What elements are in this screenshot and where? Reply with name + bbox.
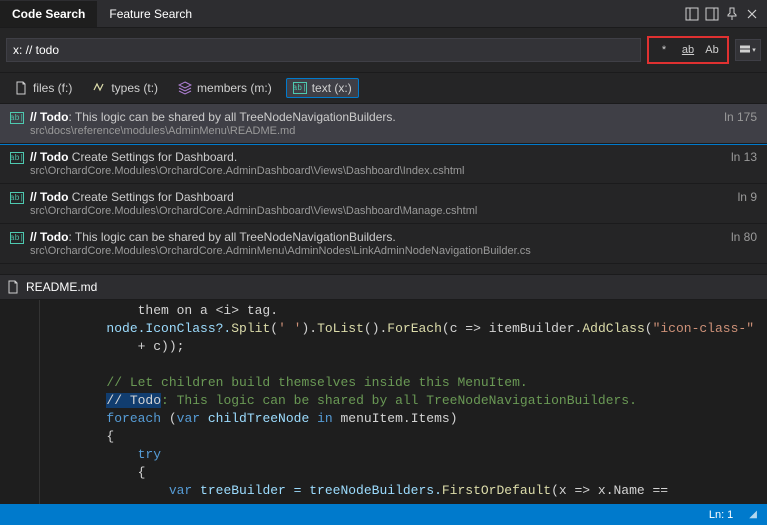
close-icon[interactable] — [743, 5, 761, 23]
filter-types[interactable]: types (t:) — [86, 79, 164, 97]
result-item[interactable]: ab| // Todo: This logic can be shared by… — [0, 224, 767, 264]
filter-files-label: files (f:) — [33, 81, 72, 95]
view-mode-button[interactable]: ▾ — [735, 39, 761, 61]
open-file-name: README.md — [26, 280, 97, 294]
filter-members-label: members (m:) — [197, 81, 272, 95]
text-result-icon: ab| — [10, 232, 24, 244]
match-case-button[interactable]: Ab — [701, 40, 723, 60]
text-result-icon: ab| — [10, 192, 24, 204]
result-path: src\OrchardCore.Modules\OrchardCore.Admi… — [30, 245, 715, 257]
search-options-highlight: * ab Ab — [647, 36, 729, 64]
whole-word-button[interactable]: ab — [677, 40, 699, 60]
result-path: src\docs\reference\modules\AdminMenu\REA… — [30, 125, 708, 137]
text-result-icon: ab| — [10, 152, 24, 164]
results-list[interactable]: ab| // Todo: This logic can be shared by… — [0, 104, 767, 274]
result-line: ln 175 — [714, 110, 757, 124]
types-icon — [92, 81, 106, 95]
result-line: ln 9 — [728, 190, 757, 204]
filter-text[interactable]: ab| text (x:) — [286, 78, 359, 98]
tab-feature-search[interactable]: Feature Search — [97, 1, 204, 27]
filter-text-label: text (x:) — [312, 81, 352, 95]
dock-right-icon[interactable] — [703, 5, 721, 23]
wildcard-button[interactable]: * — [653, 40, 675, 60]
text-icon: ab| — [293, 81, 307, 95]
result-item[interactable]: ab| // Todo Create Settings for Dashboar… — [0, 184, 767, 224]
search-input[interactable] — [13, 43, 634, 57]
text-result-icon: ab| — [10, 112, 24, 124]
filter-types-label: types (t:) — [111, 81, 158, 95]
result-item[interactable]: ab| // Todo: This logic can be shared by… — [0, 104, 767, 144]
members-icon — [178, 81, 192, 95]
filter-members[interactable]: members (m:) — [172, 79, 278, 97]
pin-icon[interactable] — [723, 5, 741, 23]
dock-left-icon[interactable] — [683, 5, 701, 23]
result-item[interactable]: ab| // Todo Create Settings for Dashboar… — [0, 144, 767, 184]
code-preview[interactable]: them on a <i> tag. node.IconClass?.Split… — [0, 300, 767, 504]
result-line: ln 80 — [721, 230, 757, 244]
filter-files[interactable]: files (f:) — [8, 79, 78, 97]
result-line: ln 13 — [721, 150, 757, 164]
file-icon — [14, 81, 28, 95]
tab-code-search[interactable]: Code Search — [0, 1, 97, 27]
result-path: src\OrchardCore.Modules\OrchardCore.Admi… — [30, 165, 715, 177]
file-icon — [6, 280, 20, 294]
result-path: src\OrchardCore.Modules\OrchardCore.Admi… — [30, 205, 722, 217]
